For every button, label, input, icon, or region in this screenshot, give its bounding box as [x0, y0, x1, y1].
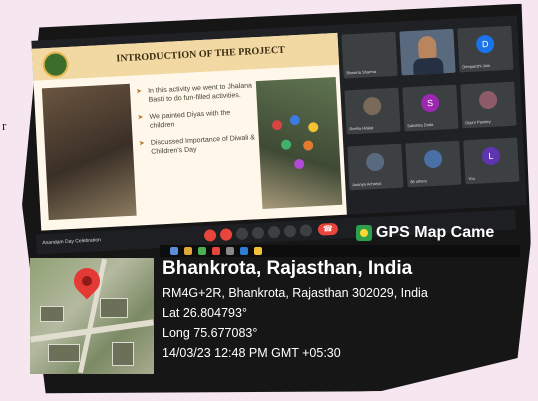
mic-off-icon[interactable] [203, 229, 217, 242]
app-icon[interactable] [212, 247, 220, 255]
emoji-icon[interactable] [267, 225, 281, 239]
participant-name: Reeha Hilalat [349, 125, 374, 132]
bullet-item: We painted Diyas with the children [137, 107, 256, 131]
bullet-item: Discussed Importance of Diwali & Childre… [139, 133, 258, 157]
present-icon[interactable] [283, 224, 297, 238]
gps-camera-icon [356, 225, 372, 241]
participant-name: Sakshita Dutta [407, 121, 434, 129]
slide-bullets: In this activity we went to Jhalana Bast… [136, 81, 258, 165]
diyas-photo [255, 76, 343, 209]
location-address: RM4G+2R, Bhankrota, Rajasthan 302029, In… [162, 286, 428, 300]
participant-name: Deepanshi Jain [462, 62, 490, 70]
avatar: D [475, 34, 495, 54]
app-icon[interactable] [170, 247, 178, 255]
participant-tile[interactable]: 66 others [405, 140, 462, 188]
avatar: L [481, 146, 501, 166]
bullet-item: In this activity we went to Jhalana Bast… [136, 81, 255, 105]
avatar [362, 96, 382, 116]
location-place: Bhankrota, Rajasthan, India [162, 258, 413, 279]
participant-tile[interactable]: Ananya Acharya [347, 143, 404, 191]
participant-name: Bhawna Sharma [346, 68, 377, 76]
app-icon[interactable] [198, 247, 206, 255]
participant-name: You [468, 175, 476, 182]
app-icon[interactable] [184, 247, 192, 255]
avatar [478, 90, 498, 110]
avatar [365, 152, 385, 172]
participant-grid: Bhawna Sharma D Deepanshi Jain Reeha Hil… [339, 15, 527, 214]
participant-name: Diya's Pandey [465, 118, 491, 126]
end-call-button[interactable]: ☎ [317, 222, 339, 236]
presentation-slide: INTRODUCTION OF THE PROJECT In this acti… [31, 32, 347, 231]
gps-app-title: GPS Map Came [376, 224, 495, 241]
more-options-icon[interactable] [299, 224, 313, 237]
raise-hand-icon[interactable] [251, 226, 265, 240]
gps-app-header: GPS Map Came [356, 224, 494, 242]
slide-title: INTRODUCTION OF THE PROJECT [116, 44, 286, 65]
side-text: r [2, 118, 7, 133]
participant-tile[interactable]: Reeha Hilalat [344, 87, 401, 135]
participant-tile[interactable] [399, 28, 456, 76]
participant-tile[interactable]: L You [463, 137, 520, 185]
participant-tile[interactable]: Bhawna Sharma [341, 31, 398, 79]
satellite-map [30, 258, 154, 374]
slide-header: INTRODUCTION OF THE PROJECT [31, 32, 340, 81]
latitude: Lat 26.804793° [162, 306, 247, 320]
avatar [423, 149, 443, 169]
participant-tile[interactable]: S Sakshita Dutta [402, 84, 459, 132]
logo-icon [41, 50, 70, 79]
children-photo [41, 83, 137, 221]
datetime: 14/03/23 12:48 PM GMT +05:30 [162, 346, 341, 360]
video-call-screen: INTRODUCTION OF THE PROJECT In this acti… [31, 15, 527, 231]
participant-name: Ananya Acharya [352, 180, 382, 188]
participant-tile[interactable]: D Deepanshi Jain [457, 25, 514, 73]
participant-name: 66 others [410, 178, 428, 185]
participant-tile[interactable]: Diya's Pandey [460, 81, 517, 129]
app-icon[interactable] [254, 247, 262, 255]
captions-icon[interactable] [235, 227, 249, 241]
avatar: S [420, 93, 440, 113]
camera-off-icon[interactable] [219, 228, 233, 241]
longitude: Long 75.677083° [162, 326, 258, 340]
taskbar [160, 245, 520, 257]
location-info: Bhankrota, Rajasthan, India RM4G+2R, Bha… [162, 258, 428, 360]
app-icon[interactable] [240, 247, 248, 255]
meeting-name: Anandam Day Celebration [42, 237, 102, 247]
app-icon[interactable] [226, 247, 234, 255]
